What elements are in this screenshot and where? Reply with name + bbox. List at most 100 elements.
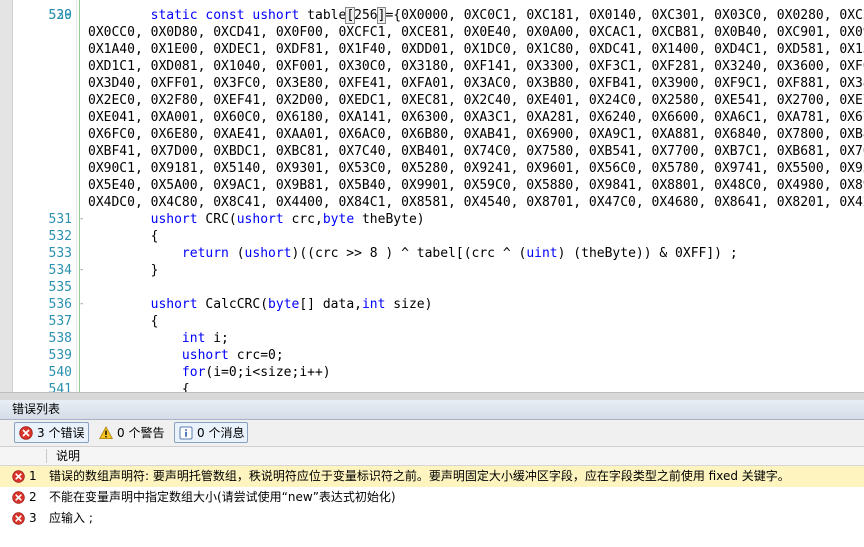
code-line[interactable]: 539 ushort crc=0;	[0, 347, 864, 364]
code-token: }	[88, 263, 159, 278]
code-line[interactable]: 0X3D40, 0XFF01, 0X3FC0, 0X3E80, 0XFE41, …	[0, 75, 864, 92]
code-text: }	[88, 262, 159, 279]
code-line[interactable]: 537 {	[0, 313, 864, 330]
error-number: 3	[29, 511, 37, 525]
code-line[interactable]: 541 {	[0, 381, 864, 392]
keyword-token: ushort	[236, 212, 284, 227]
fold-marker-icon[interactable]: -	[79, 211, 88, 228]
description-column-header[interactable]: 说明	[56, 447, 80, 465]
keyword-token: static const ushort	[150, 8, 300, 23]
code-line[interactable]: 535	[0, 279, 864, 296]
code-token: 0X4DC0, 0X4C80, 0X8C41, 0X4400, 0X84C1, …	[88, 195, 864, 210]
column-divider[interactable]	[46, 449, 47, 463]
code-token: size)	[385, 297, 433, 312]
code-token: 0X5E40, 0X5A00, 0X9AC1, 0X9B81, 0X5B40, …	[88, 178, 864, 193]
code-line[interactable]: 530 static const ushort table[256]={0X00…	[0, 7, 864, 24]
error-icon	[19, 426, 33, 440]
code-text: 0X2EC0, 0X2F80, 0XEF41, 0X2D00, 0XEDC1, …	[88, 92, 864, 109]
line-number: 538	[48, 331, 72, 346]
line-number: 539	[48, 348, 72, 363]
fold-marker-icon[interactable]: -	[79, 262, 88, 279]
error-number: 2	[29, 490, 37, 504]
code-text: 0XBF41, 0X7D00, 0XBDC1, 0XBC81, 0X7C40, …	[88, 143, 864, 160]
error-row[interactable]: 3 应输入 ;	[0, 508, 864, 529]
keyword-token: ushort	[150, 212, 198, 227]
code-line[interactable]: 0X0CC0, 0X0D80, 0XCD41, 0X0F00, 0XCFC1, …	[0, 24, 864, 41]
code-token: 0X2EC0, 0X2F80, 0XEF41, 0X2D00, 0XEDC1, …	[88, 93, 864, 108]
code-token: {	[88, 382, 190, 392]
error-list-panel: 错误列表 3 个错误 0 个警告 0 个消息 说明 1 错误的数组声明符: 要声…	[0, 400, 864, 547]
code-token: 0XE041, 0XA001, 0X60C0, 0X6180, 0XA141, …	[88, 110, 864, 125]
code-text: for(i=0;i<size;i++)	[88, 364, 331, 381]
code-token: 0XBF41, 0X7D00, 0XBDC1, 0XBC81, 0X7C40, …	[88, 144, 864, 159]
panel-title-bar: 错误列表	[0, 400, 864, 420]
code-token: CRC(	[197, 212, 237, 227]
code-token: table	[299, 8, 347, 23]
line-number: 530	[48, 8, 72, 23]
code-line[interactable]: 533 return (ushort)((crc >> 8 ) ^ tabel[…	[0, 245, 864, 262]
messages-filter-button[interactable]: 0 个消息	[174, 422, 248, 443]
panel-title: 错误列表	[12, 402, 61, 416]
warnings-filter-label: 0 个警告	[117, 426, 165, 440]
code-line[interactable]: 534- }	[0, 262, 864, 279]
code-line[interactable]: 0X2EC0, 0X2F80, 0XEF41, 0X2D00, 0XEDC1, …	[0, 92, 864, 109]
error-row[interactable]: 2 不能在变量声明中指定数组大小(请尝试使用“new”表达式初始化)	[0, 487, 864, 508]
code-token: ={0X0000, 0XC0C1, 0XC181, 0X0140, 0XC301…	[385, 8, 864, 23]
code-line[interactable]: 0X5E40, 0X5A00, 0X9AC1, 0X9B81, 0X5B40, …	[0, 177, 864, 194]
code-line[interactable]: 0X6FC0, 0X6E80, 0XAE41, 0XAA01, 0X6AC0, …	[0, 126, 864, 143]
code-line[interactable]: 0X1A40, 0X1E00, 0XDEC1, 0XDF81, 0X1F40, …	[0, 41, 864, 58]
code-line[interactable]: 538 int i;	[0, 330, 864, 347]
line-number: 540	[48, 365, 72, 380]
code-text: 0X1A40, 0X1E00, 0XDEC1, 0XDF81, 0X1F40, …	[88, 41, 864, 58]
code-text: static const ushort table[256]={0X0000, …	[88, 7, 864, 24]
code-token: 0XD1C1, 0XD081, 0X1040, 0XF001, 0X30C0, …	[88, 59, 864, 74]
code-text: ushort crc=0;	[88, 347, 284, 364]
code-token: crc,	[283, 212, 323, 227]
code-token: 0X6FC0, 0X6E80, 0XAE41, 0XAA01, 0X6AC0, …	[88, 127, 864, 142]
warnings-filter-button[interactable]: 0 个警告	[94, 422, 170, 443]
error-filter-toolbar: 3 个错误 0 个警告 0 个消息	[0, 420, 864, 447]
errors-filter-label: 3 个错误	[37, 426, 85, 440]
code-token: ) (theByte)) & 0XFF]) ;	[557, 246, 738, 261]
warning-icon	[99, 426, 113, 439]
error-row[interactable]: 1 错误的数组声明符: 要声明托管数组，秩说明符应位于变量标识符之前。要声明固定大…	[0, 466, 864, 487]
keyword-token: ushort	[181, 348, 229, 363]
code-line[interactable]: 0XBF41, 0X7D00, 0XBDC1, 0XBC81, 0X7C40, …	[0, 143, 864, 160]
code-line[interactable]: 531- ushort CRC(ushort crc,byte theByte)	[0, 211, 864, 228]
code-token: 0X1A40, 0X1E00, 0XDEC1, 0XDF81, 0X1F40, …	[88, 42, 864, 57]
code-token: {	[88, 229, 159, 244]
code-text: 0XD1C1, 0XD081, 0X1040, 0XF001, 0X30C0, …	[88, 58, 864, 75]
error-description: 不能在变量声明中指定数组大小(请尝试使用“new”表达式初始化)	[49, 490, 396, 504]
code-line[interactable]: 0X90C1, 0X9181, 0X5140, 0X9301, 0X53C0, …	[0, 160, 864, 177]
code-token: 0X0CC0, 0X0D80, 0XCD41, 0X0F00, 0XCFC1, …	[88, 25, 864, 40]
code-token: crc=0;	[228, 348, 284, 363]
code-text: 0X5E40, 0X5A00, 0X9AC1, 0X9B81, 0X5B40, …	[88, 177, 864, 194]
error-number: 1	[29, 469, 37, 483]
messages-filter-label: 0 个消息	[197, 426, 245, 440]
line-number: 533	[48, 246, 72, 261]
errors-filter-button[interactable]: 3 个错误	[14, 422, 89, 443]
code-line[interactable]: 0XD1C1, 0XD081, 0X1040, 0XF001, 0X30C0, …	[0, 58, 864, 75]
line-number: 532	[48, 229, 72, 244]
code-editor[interactable]: 529 530 static const ushort table[256]={…	[0, 0, 864, 392]
info-icon	[179, 426, 193, 440]
code-line[interactable]: 540 for(i=0;i<size;i++)	[0, 364, 864, 381]
code-line[interactable]: 0XE041, 0XA001, 0X60C0, 0X6180, 0XA141, …	[0, 109, 864, 126]
keyword-token: ushort	[244, 246, 292, 261]
code-text: int i;	[88, 330, 229, 347]
code-line[interactable]: 536- ushort CalcCRC(byte[] data,int size…	[0, 296, 864, 313]
code-line[interactable]: 532 {	[0, 228, 864, 245]
code-text: 0XE041, 0XA001, 0X60C0, 0X6180, 0XA141, …	[88, 109, 864, 126]
code-token: )((crc >> 8 ) ^ tabel[(crc ^ (	[291, 246, 527, 261]
code-token: [	[345, 7, 356, 24]
fold-marker-icon[interactable]: -	[79, 296, 88, 313]
code-line[interactable]: 0X4DC0, 0X4C80, 0X8C41, 0X4400, 0X84C1, …	[0, 194, 864, 211]
code-text: ushort CRC(ushort crc,byte theByte)	[88, 211, 425, 228]
code-text: ushort CalcCRC(byte[] data,int size)	[88, 296, 433, 313]
error-list-header[interactable]: 说明	[0, 447, 864, 466]
line-number: 541	[48, 382, 72, 392]
keyword-token: ushort	[150, 297, 198, 312]
